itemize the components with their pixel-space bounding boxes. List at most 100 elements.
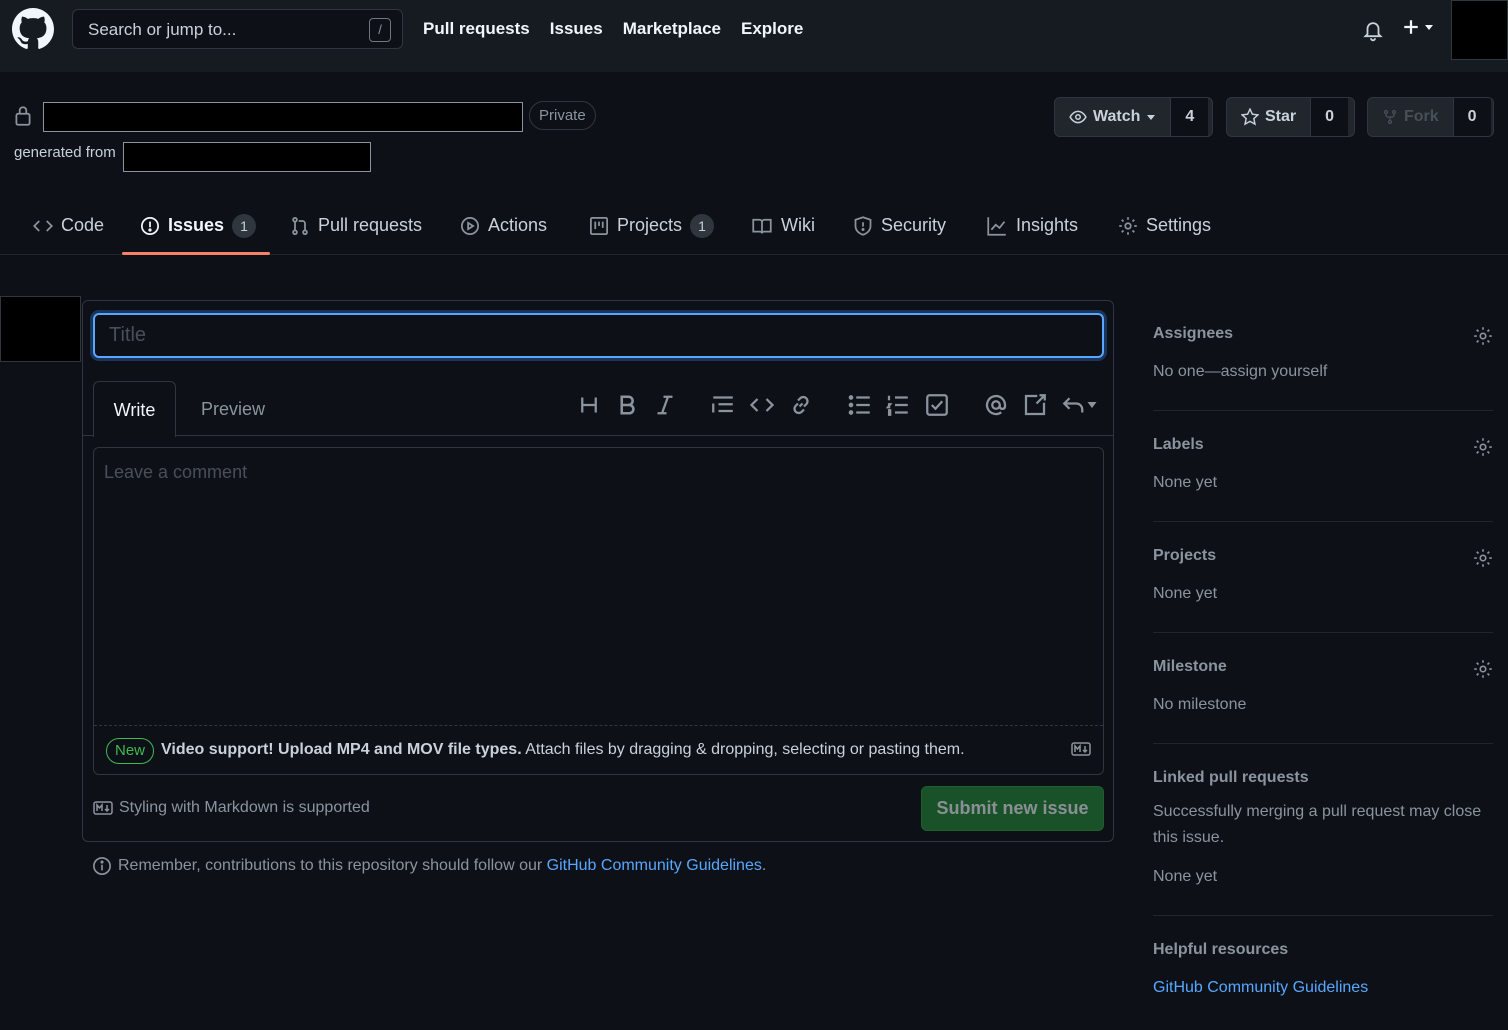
tab-pull-requests[interactable]: Pull requests — [290, 196, 422, 255]
submit-new-issue-button[interactable]: Submit new issue — [921, 786, 1104, 831]
ordered-list-icon[interactable] — [886, 393, 910, 417]
repo-tabs: Code Issues 1 Pull requests Actions Proj… — [0, 196, 1508, 255]
markdown-icon — [93, 801, 113, 815]
comment-textarea[interactable] — [94, 448, 1103, 726]
milestone-heading[interactable]: Milestone — [1153, 658, 1493, 676]
visibility-badge: Private — [529, 101, 596, 130]
projects-heading[interactable]: Projects — [1153, 547, 1493, 565]
generated-from-label: generated from — [14, 144, 116, 161]
nav-explore[interactable]: Explore — [741, 19, 803, 39]
new-issue-form: Write Preview New Video support! Upload … — [82, 300, 1114, 842]
tab-projects[interactable]: Projects 1 — [589, 196, 715, 255]
bell-icon[interactable] — [1362, 18, 1384, 42]
drop-hint-text: Attach files by dragging & dropping, sel… — [521, 741, 965, 758]
tab-code-label: Code — [61, 215, 105, 235]
code-icon — [33, 219, 53, 232]
author-avatar[interactable] — [0, 296, 81, 362]
milestone-value: No milestone — [1153, 696, 1247, 713]
reply-icon[interactable] — [1062, 393, 1098, 417]
tab-pull-requests-label: Pull requests — [318, 215, 423, 235]
linked-prs-section: Linked pull requests Successfully mergin… — [1153, 760, 1493, 916]
top-bar: Search or jump to... / Pull requests Iss… — [0, 0, 1508, 72]
code-icon[interactable] — [750, 393, 774, 417]
tab-code[interactable]: Code — [33, 196, 104, 255]
issue-title-field[interactable] — [93, 313, 1104, 358]
task-list-icon[interactable] — [925, 393, 949, 417]
assign-yourself-link[interactable]: No one—assign yourself — [1153, 359, 1493, 385]
tab-security[interactable]: Security — [853, 196, 946, 255]
github-logo-icon[interactable] — [12, 8, 54, 50]
eye-icon — [1069, 110, 1087, 124]
tab-settings[interactable]: Settings — [1118, 196, 1211, 255]
linked-prs-desc: Successfully merging a pull request may … — [1153, 803, 1482, 846]
fork-count[interactable]: 0 — [1452, 98, 1491, 136]
nav-pull-requests[interactable]: Pull requests — [423, 19, 530, 39]
tab-issues[interactable]: Issues 1 — [140, 196, 257, 255]
active-tab-underline — [122, 252, 270, 255]
linked-prs-value: None yet — [1153, 868, 1218, 885]
tab-actions-label: Actions — [488, 215, 548, 235]
markdown-note-text: Styling with Markdown is supported — [119, 799, 370, 816]
issue-sidebar: Assignees No one—assign yourself Labels … — [1153, 316, 1493, 1026]
labels-value: None yet — [1153, 474, 1218, 491]
info-icon — [93, 857, 111, 875]
user-avatar[interactable] — [1451, 0, 1508, 60]
pull-request-icon — [292, 216, 308, 235]
mention-icon[interactable] — [984, 393, 1008, 417]
create-new-menu[interactable] — [1402, 18, 1434, 36]
template-repo-redacted[interactable] — [123, 142, 371, 172]
file-drop-zone[interactable]: New Video support! Upload MP4 and MOV fi… — [94, 725, 1103, 774]
nav-issues[interactable]: Issues — [550, 19, 603, 39]
helpful-resources-heading: Helpful resources — [1153, 941, 1289, 958]
community-guidelines-link[interactable]: GitHub Community Guidelines — [547, 857, 762, 874]
star-button[interactable]: Star — [1227, 98, 1310, 136]
tab-actions[interactable]: Actions — [460, 196, 547, 255]
search-placeholder: Search or jump to... — [88, 20, 237, 39]
labels-heading[interactable]: Labels — [1153, 436, 1493, 454]
tab-projects-count: 1 — [690, 213, 715, 238]
write-tab[interactable]: Write — [93, 381, 176, 437]
projects-value: None yet — [1153, 585, 1218, 602]
tab-wiki[interactable]: Wiki — [751, 196, 815, 255]
star-button-group: Star 0 — [1226, 97, 1355, 137]
cross-reference-icon[interactable] — [1023, 393, 1047, 417]
tab-insights[interactable]: Insights — [986, 196, 1078, 255]
tab-issues-count: 1 — [232, 213, 257, 238]
gear-icon[interactable] — [1473, 326, 1493, 346]
assignees-heading[interactable]: Assignees — [1153, 325, 1493, 343]
nav-marketplace[interactable]: Marketplace — [623, 19, 721, 39]
gear-icon[interactable] — [1473, 659, 1493, 679]
bold-icon[interactable] — [615, 393, 639, 417]
italic-icon[interactable] — [653, 393, 677, 417]
gear-icon — [1119, 216, 1137, 235]
tab-security-label: Security — [881, 215, 947, 235]
quote-icon[interactable] — [711, 393, 735, 417]
preview-tab[interactable]: Preview — [201, 381, 265, 436]
gear-icon[interactable] — [1473, 548, 1493, 568]
fork-icon — [1383, 109, 1397, 125]
star-count[interactable]: 0 — [1310, 98, 1349, 136]
lock-icon — [15, 106, 31, 126]
linked-prs-heading: Linked pull requests — [1153, 769, 1309, 786]
fork-button[interactable]: Fork — [1368, 98, 1453, 136]
editor-tabbar: Write Preview — [83, 381, 1113, 437]
unordered-list-icon[interactable] — [848, 393, 872, 417]
play-icon — [461, 216, 479, 235]
issue-title-input[interactable] — [95, 315, 1102, 356]
drop-hint-bold: Video support! Upload MP4 and MOV file t… — [161, 741, 522, 758]
tab-insights-label: Insights — [1016, 215, 1079, 235]
sidebar-guidelines-link[interactable]: GitHub Community Guidelines — [1153, 979, 1368, 996]
search-input[interactable]: Search or jump to... / — [72, 9, 403, 49]
heading-icon[interactable] — [577, 393, 601, 417]
repo-name-redacted[interactable] — [43, 102, 523, 132]
plus-icon — [1404, 20, 1418, 34]
watch-count[interactable]: 4 — [1170, 98, 1209, 136]
watch-button-group: Watch 4 — [1054, 97, 1213, 137]
gear-icon[interactable] — [1473, 437, 1493, 457]
search-shortcut-badge: / — [369, 18, 391, 42]
drop-hint: Video support! Upload MP4 and MOV file t… — [161, 741, 965, 759]
watch-button[interactable]: Watch — [1055, 98, 1170, 136]
markdown-icon[interactable] — [1071, 742, 1091, 756]
markdown-note[interactable]: Styling with Markdown is supported — [93, 799, 370, 817]
link-icon[interactable] — [789, 393, 813, 417]
